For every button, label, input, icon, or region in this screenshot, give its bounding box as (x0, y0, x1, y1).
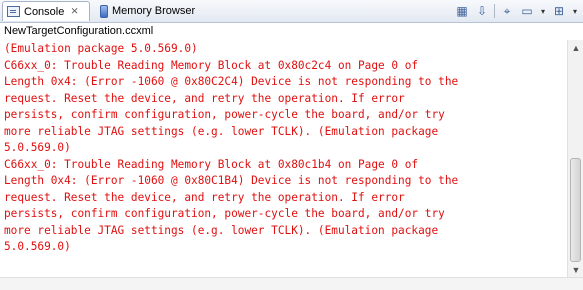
console-line: 5.0.569.0) (4, 141, 71, 154)
tab-memory-browser-label: Memory Browser (112, 5, 196, 17)
tab-console[interactable]: Console ⨯ (2, 1, 90, 21)
console-output[interactable]: (Emulation package 5.0.569.0) C66xx_0: T… (4, 41, 560, 281)
console-line: Length 0x4: (Error -1060 @ 0x80C2C4) Dev… (4, 75, 459, 88)
console-line: Length 0x4: (Error -1060 @ 0x80C1B4) Dev… (4, 174, 459, 187)
horizontal-scrollbar[interactable] (0, 277, 583, 290)
console-line: request. Reset the device, and retry the… (4, 91, 405, 105)
pin-console-icon[interactable]: ⌖ (499, 3, 515, 19)
open-console-icon[interactable]: ⊞ (551, 3, 567, 19)
console-toolbar: ▦ ⇩ ⌖ ▭ ▾ ⊞ ▾ (454, 2, 579, 20)
console-line: more reliable JTAG settings (e.g. lower … (4, 223, 439, 237)
console-icon (7, 6, 20, 17)
console-line: persists, confirm configuration, power-c… (4, 108, 445, 121)
console-title: NewTargetConfiguration.ccxml (0, 23, 583, 39)
console-line: C66xx_0: Trouble Reading Memory Block at… (4, 58, 419, 72)
view-tab-bar: Console ⨯ Memory Browser ▦ ⇩ ⌖ ▭ ▾ ⊞ ▾ (0, 0, 583, 23)
tab-memory-browser[interactable]: Memory Browser (96, 1, 202, 21)
clear-console-icon[interactable]: ▦ (454, 3, 470, 19)
memory-browser-icon (100, 4, 108, 18)
scroll-up-icon[interactable]: ▲ (568, 40, 583, 56)
close-icon[interactable]: ⨯ (70, 6, 78, 17)
console-line: C66xx_0: Trouble Reading Memory Block at… (4, 157, 419, 171)
console-line: persists, confirm configuration, power-c… (4, 207, 445, 220)
scroll-lock-icon[interactable]: ⇩ (474, 3, 490, 19)
chevron-down-icon[interactable]: ▾ (539, 3, 547, 19)
chevron-down-icon[interactable]: ▾ (571, 3, 579, 19)
display-selected-console-icon[interactable]: ▭ (519, 3, 535, 19)
tab-console-label: Console (24, 5, 65, 18)
toolbar-separator (494, 4, 495, 18)
console-line: request. Reset the device, and retry the… (4, 190, 405, 204)
console-line: more reliable JTAG settings (e.g. lower … (4, 124, 439, 138)
scroll-down-icon[interactable]: ▼ (568, 262, 583, 278)
console-line: 5.0.569.0) (4, 240, 71, 253)
scrollbar-thumb[interactable] (570, 158, 581, 262)
vertical-scrollbar[interactable]: ▲ ▼ (567, 40, 583, 278)
console-line: (Emulation package 5.0.569.0) (4, 42, 198, 55)
